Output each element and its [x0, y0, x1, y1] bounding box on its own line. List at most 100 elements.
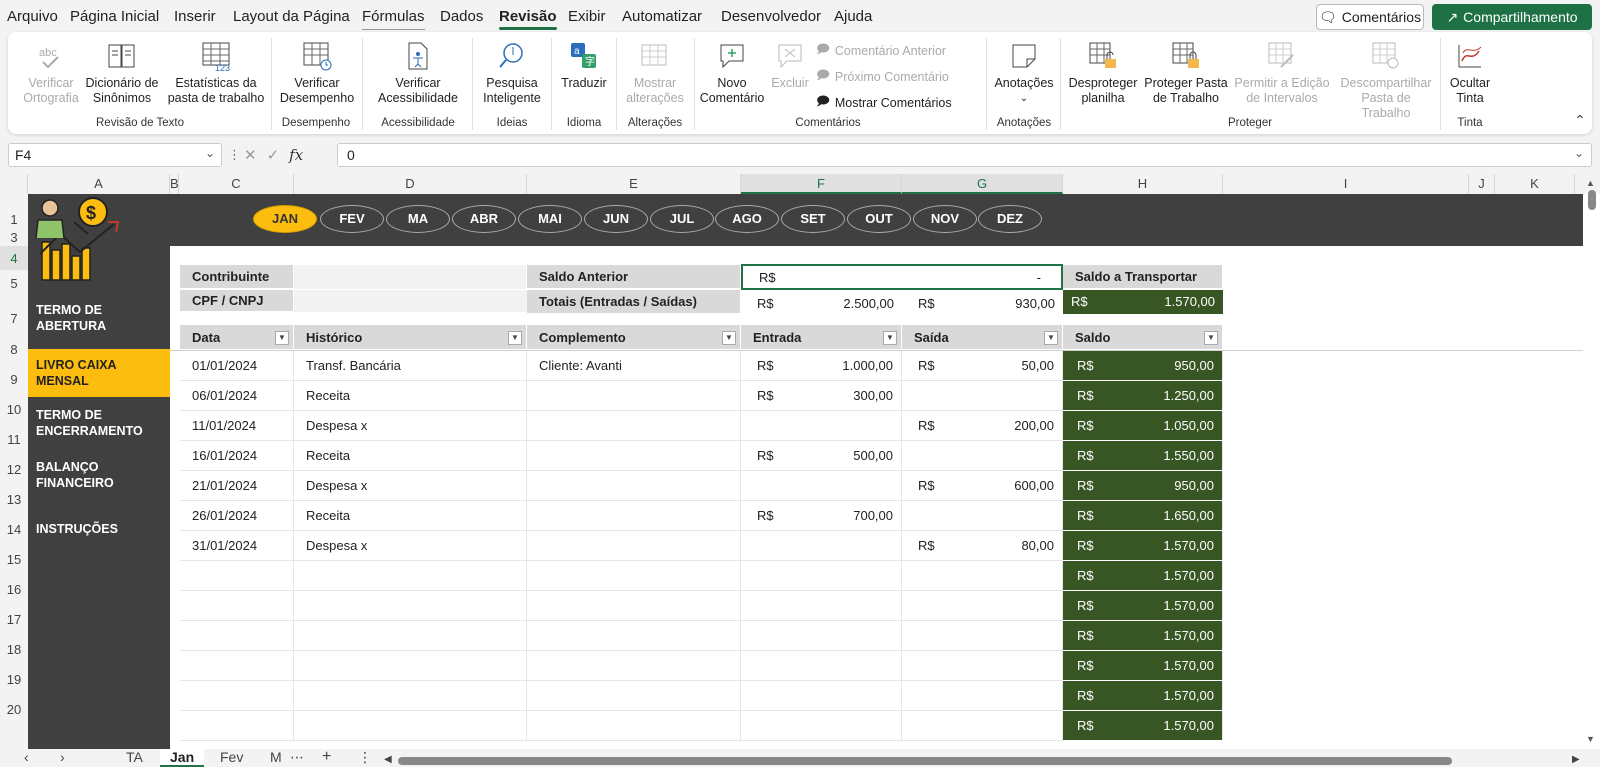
menu-dados[interactable]: Dados: [440, 8, 483, 25]
nav-termo-abertura[interactable]: TERMO DE ABERTURA: [28, 300, 170, 336]
hscroll-right-icon[interactable]: ▶: [1572, 752, 1580, 767]
column-header-a[interactable]: A: [28, 174, 170, 194]
header-data[interactable]: Data ▼: [180, 325, 294, 350]
cell-complemento[interactable]: [527, 591, 741, 621]
cell-saida[interactable]: [902, 501, 1063, 531]
header-entrada[interactable]: Entrada ▼: [741, 325, 902, 350]
cell-data[interactable]: 26/01/2024: [180, 501, 294, 531]
show-comments-button[interactable]: 🗩 Mostrar Comentários: [816, 92, 952, 113]
row-header-9[interactable]: 9: [0, 360, 28, 390]
cell-saldo[interactable]: R$ 950,00: [1063, 471, 1223, 501]
cell-saida[interactable]: R$ 600,00: [902, 471, 1063, 501]
cell-saida[interactable]: R$ 50,00: [902, 351, 1063, 381]
filter-dropdown-icon[interactable]: ▼: [1204, 331, 1218, 345]
menu-layout[interactable]: Layout da Página: [233, 8, 350, 25]
hide-ink-button[interactable]: Ocultar Tinta: [1446, 40, 1494, 106]
tab-scroll-left-icon[interactable]: ‹: [24, 749, 29, 767]
menu-automatizar[interactable]: Automatizar: [622, 8, 702, 25]
unshare-workbook-button[interactable]: Descompartilhar Pasta de Trabalho: [1336, 40, 1436, 121]
cell-entrada[interactable]: R$ 500,00: [741, 441, 902, 471]
cell-saida[interactable]: [902, 381, 1063, 411]
cell-data[interactable]: [180, 621, 294, 651]
column-header-e[interactable]: E: [527, 174, 741, 194]
month-out[interactable]: OUT: [847, 205, 911, 233]
cell-data[interactable]: 06/01/2024: [180, 381, 294, 411]
filter-dropdown-icon[interactable]: ▼: [722, 331, 736, 345]
column-header-c[interactable]: C: [179, 174, 294, 194]
cell-saida[interactable]: [902, 681, 1063, 711]
cell-data[interactable]: [180, 651, 294, 681]
menu-exibir[interactable]: Exibir: [568, 8, 606, 25]
month-ago[interactable]: AGO: [715, 205, 779, 233]
saldo-transportar-cell[interactable]: R$ 1.570,00: [1063, 290, 1223, 314]
row-header-7[interactable]: 7: [0, 294, 28, 330]
cell-saldo[interactable]: R$ 1.570,00: [1063, 561, 1223, 591]
row-header-20[interactable]: 20: [0, 690, 28, 720]
cell-historico[interactable]: [294, 561, 527, 591]
month-set[interactable]: SET: [781, 205, 845, 233]
row-header-3[interactable]: 3: [0, 230, 28, 246]
check-accessibility-button[interactable]: Verificar Acessibilidade: [368, 40, 468, 106]
cell-historico[interactable]: Receita: [294, 441, 527, 471]
filter-dropdown-icon[interactable]: ▼: [275, 331, 289, 345]
cell-saldo[interactable]: R$ 1.570,00: [1063, 531, 1223, 561]
row-header-1[interactable]: 1: [0, 194, 28, 230]
cell-saida[interactable]: [902, 561, 1063, 591]
vertical-scrollbar-thumb[interactable]: [1588, 190, 1596, 210]
cell-complemento[interactable]: [527, 471, 741, 501]
cell-saida[interactable]: [902, 591, 1063, 621]
more-sheets-icon[interactable]: ⋯: [290, 749, 304, 767]
month-mai[interactable]: MAI: [518, 205, 582, 233]
next-comment-button[interactable]: 🗩 Próximo Comentário: [816, 66, 949, 87]
cell-complemento[interactable]: [527, 621, 741, 651]
expand-formula-icon[interactable]: ⌄: [1574, 146, 1584, 160]
sheet-tab-jan[interactable]: Jan: [160, 749, 205, 767]
select-all-corner[interactable]: [0, 174, 28, 194]
notes-button[interactable]: Anotações ⌄: [993, 40, 1055, 106]
formula-input[interactable]: 0: [337, 143, 1592, 167]
cell-data[interactable]: [180, 561, 294, 591]
sheet-tab-m[interactable]: M: [270, 749, 282, 767]
protect-workbook-button[interactable]: Proteger Pasta de Trabalho: [1144, 40, 1228, 106]
cell-saldo[interactable]: R$ 1.050,00: [1063, 411, 1223, 441]
cell-saldo[interactable]: R$ 1.570,00: [1063, 711, 1223, 741]
menu-formulas[interactable]: Fórmulas: [362, 8, 425, 30]
cell-saldo[interactable]: R$ 1.650,00: [1063, 501, 1223, 531]
column-header-k[interactable]: K: [1495, 174, 1575, 194]
row-header-14[interactable]: 14: [0, 510, 28, 540]
column-header-g[interactable]: G: [902, 174, 1063, 194]
column-header-f[interactable]: F: [741, 174, 902, 194]
cell-complemento[interactable]: [527, 501, 741, 531]
cell-data[interactable]: [180, 681, 294, 711]
nav-livro-caixa[interactable]: LIVRO CAIXA MENSAL: [28, 349, 170, 397]
cancel-icon[interactable]: ✕: [244, 146, 257, 164]
cell-saldo[interactable]: R$ 1.570,00: [1063, 621, 1223, 651]
column-header-d[interactable]: D: [294, 174, 527, 194]
header-historico[interactable]: Histórico ▼: [294, 325, 527, 350]
row-header-4[interactable]: 4: [0, 246, 28, 270]
translate-button[interactable]: a字 Traduzir: [556, 40, 612, 91]
allow-edit-ranges-button[interactable]: Permitir a Edição de Intervalos: [1234, 40, 1330, 106]
cell-complemento[interactable]: [527, 681, 741, 711]
cell-saida[interactable]: [902, 651, 1063, 681]
sheet-tab-fev[interactable]: Fev: [220, 749, 243, 767]
month-ma[interactable]: MA: [386, 205, 450, 233]
cell-complemento[interactable]: [527, 531, 741, 561]
confirm-icon[interactable]: ✓: [267, 146, 280, 164]
cpf-value[interactable]: [294, 290, 527, 312]
row-header-13[interactable]: 13: [0, 480, 28, 510]
add-sheet-icon[interactable]: +: [322, 749, 331, 767]
cell-historico[interactable]: [294, 651, 527, 681]
cell-entrada[interactable]: R$ 1.000,00: [741, 351, 902, 381]
month-abr[interactable]: ABR: [452, 205, 516, 233]
cell-saida[interactable]: R$ 200,00: [902, 411, 1063, 441]
contribuinte-value[interactable]: [294, 265, 527, 289]
cell-historico[interactable]: [294, 681, 527, 711]
tab-scroll-right-icon[interactable]: ›: [60, 749, 65, 767]
chevron-down-icon[interactable]: ⌄: [205, 146, 215, 160]
cell-historico[interactable]: Despesa x: [294, 471, 527, 501]
cell-entrada[interactable]: [741, 711, 902, 741]
total-saidas-cell[interactable]: R$ 930,00: [902, 292, 1063, 314]
cell-historico[interactable]: Despesa x: [294, 531, 527, 561]
nav-termo-encerramento[interactable]: TERMO DE ENCERRAMENTO: [28, 402, 170, 444]
